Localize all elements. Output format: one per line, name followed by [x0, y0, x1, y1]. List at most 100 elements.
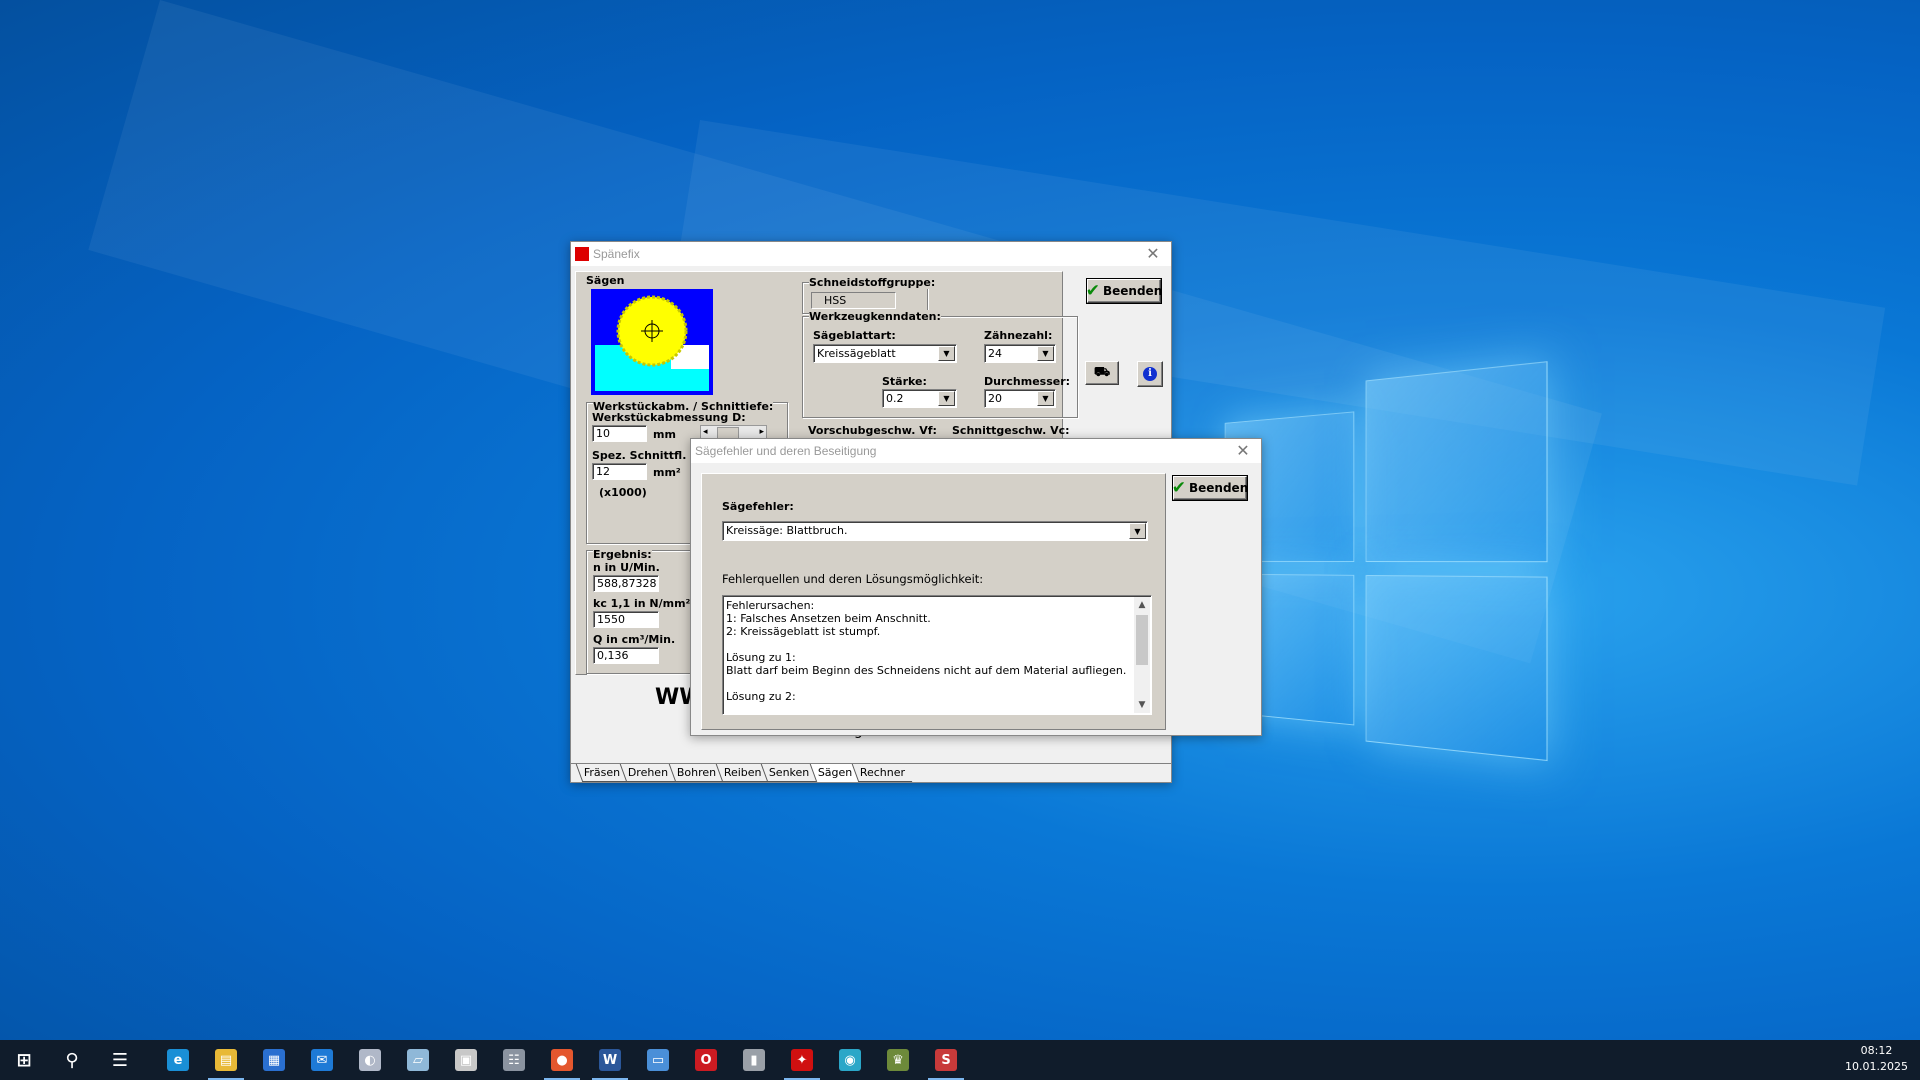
remote-icon: ▭: [647, 1049, 669, 1071]
dialog-title-bar[interactable]: Sägefehler und deren Beseitigung ✕: [691, 439, 1261, 463]
chevron-down-icon[interactable]: ▼: [1037, 391, 1054, 406]
kc-label: kc 1,1 in N/mm²: [593, 597, 690, 610]
info-button[interactable]: i: [1137, 361, 1163, 387]
taskbar-app-19[interactable]: S: [922, 1040, 970, 1080]
dialog-beenden-label: Beenden: [1189, 481, 1248, 495]
d-unit: mm: [653, 428, 676, 441]
scroll-up-icon[interactable]: ▲: [1134, 597, 1150, 613]
tab-4[interactable]: Senken: [761, 764, 817, 782]
taskbar-app-12[interactable]: W: [586, 1040, 634, 1080]
ergebnis-label: Ergebnis:: [593, 548, 652, 561]
saegeblattart-select[interactable]: Kreissägeblatt ▼: [813, 344, 957, 363]
taskbar-app-4[interactable]: ▤: [202, 1040, 250, 1080]
saegefehler-dialog: Sägefehler und deren Beseitigung ✕ Sägef…: [690, 438, 1262, 736]
taskbar-app-9[interactable]: ▣: [442, 1040, 490, 1080]
task-view-icon: ☰: [109, 1049, 131, 1071]
chevron-down-icon[interactable]: ▼: [938, 391, 955, 406]
spez-factor: (x1000): [599, 486, 647, 499]
taskbar-app-17[interactable]: ◉: [826, 1040, 874, 1080]
windows-logo: [1225, 361, 1546, 758]
fehlerquellen-label: Fehlerquellen und deren Lösungsmöglichke…: [722, 572, 983, 586]
tab-label: Rechner: [860, 766, 905, 779]
saegeblattart-label: Sägeblattart:: [813, 329, 896, 342]
scroll-thumb[interactable]: [1136, 615, 1148, 665]
scroll-right-icon[interactable]: ▸: [759, 426, 764, 437]
n-label: n in U/Min.: [593, 561, 660, 574]
taskbar-icons: ⊞ ⚲ ☰ e ▤ ▦ ✉ ◐ ▱ ▣ ☷ ● W ▭ O ▮ ✦ ◉ ♛ S: [0, 1040, 970, 1080]
word-icon: W: [599, 1049, 621, 1071]
app-icon: [575, 247, 589, 261]
dialog-beenden-button[interactable]: ✔ Beenden: [1173, 476, 1247, 500]
taskbar-app-11[interactable]: ●: [538, 1040, 586, 1080]
chevron-down-icon[interactable]: ▼: [1129, 523, 1146, 539]
q-label: Q in cm³/Min.: [593, 633, 675, 646]
car-button[interactable]: ⛟: [1085, 361, 1119, 385]
d-label: Werkstückabmessung D:: [592, 411, 746, 424]
firefox-icon: ●: [551, 1049, 573, 1071]
memo-scrollbar[interactable]: ▲ ▼: [1134, 597, 1150, 713]
taskbar-app-6[interactable]: ✉: [298, 1040, 346, 1080]
taskbar-app-0[interactable]: ⊞: [0, 1040, 48, 1080]
store-icon: ▦: [263, 1049, 285, 1071]
tab-6[interactable]: Rechner: [852, 764, 913, 782]
tab-1[interactable]: Drehen: [620, 764, 676, 782]
tab-bar: Fräsen Drehen Bohren Reiben Senken Sägen Rechn…: [571, 763, 1171, 782]
fehlerquellen-memo[interactable]: Fehlerursachen: 1: Falsches Ansetzen bei…: [722, 595, 1152, 715]
taskbar-app-3[interactable]: e: [154, 1040, 202, 1080]
spez-input[interactable]: 12: [592, 463, 647, 480]
edge-icon: e: [167, 1049, 189, 1071]
dialog-panel: Sägefehler: Kreissäge: Blattbruch. ▼ Feh…: [701, 473, 1166, 730]
saegefehler-select[interactable]: Kreissäge: Blattbruch. ▼: [722, 521, 1148, 541]
spanefix-taskbar-icon: S: [935, 1049, 957, 1071]
chevron-down-icon[interactable]: ▼: [938, 346, 955, 361]
kc-output: 1550: [593, 611, 659, 628]
checkmark-icon: ✔: [1172, 478, 1186, 498]
taskbar-app-7[interactable]: ◐: [346, 1040, 394, 1080]
q-output: 0,136: [593, 647, 659, 664]
tab-label: Drehen: [628, 766, 668, 779]
zaehnezahl-select[interactable]: 24 ▼: [984, 344, 1056, 363]
scroll-left-icon[interactable]: ◂: [703, 426, 708, 437]
schneidstoff-label: Schneidstoffgruppe:: [809, 276, 935, 289]
taskbar-app-15[interactable]: ▮: [730, 1040, 778, 1080]
close-icon[interactable]: ✕: [1225, 441, 1261, 461]
d-input[interactable]: 10: [592, 425, 647, 442]
durchmesser-select[interactable]: 20 ▼: [984, 389, 1056, 408]
werkzeug-label: Werkzeugkenndaten:: [809, 310, 941, 323]
durchmesser-value: 20: [988, 392, 1002, 405]
schnittgeschw-label: Schnittgeschw. Vc:: [952, 424, 1070, 437]
red-app-icon: ✦: [791, 1049, 813, 1071]
staerke-value: 0.2: [886, 392, 904, 405]
clock-time: 08:12: [1845, 1043, 1908, 1059]
taskbar-app-14[interactable]: O: [682, 1040, 730, 1080]
chevron-down-icon[interactable]: ▼: [1037, 346, 1054, 361]
taskbar-app-1[interactable]: ⚲: [48, 1040, 96, 1080]
beenden-button[interactable]: ✔ Beenden: [1087, 279, 1161, 303]
title-bar[interactable]: Spänefix ✕: [571, 242, 1171, 266]
taskbar-app-5[interactable]: ▦: [250, 1040, 298, 1080]
schneidstoff-value[interactable]: HSS: [811, 292, 896, 309]
n-output: 588,87328: [593, 575, 659, 592]
staerke-select[interactable]: 0.2 ▼: [882, 389, 957, 408]
car-icon: ⛟: [1094, 365, 1110, 382]
staerke-label: Stärke:: [882, 375, 927, 388]
close-icon[interactable]: ✕: [1135, 244, 1171, 264]
saegefehler-label: Sägefehler:: [722, 500, 794, 513]
saegefehler-value: Kreissäge: Blattbruch.: [726, 524, 847, 537]
paint-icon: ◐: [359, 1049, 381, 1071]
taskbar-app-18[interactable]: ♛: [874, 1040, 922, 1080]
tab-label: Fräsen: [584, 766, 620, 779]
beenden-label: Beenden: [1103, 284, 1162, 298]
taskbar-app-10[interactable]: ☷: [490, 1040, 538, 1080]
scroll-down-icon[interactable]: ▼: [1134, 697, 1150, 713]
taskbar-app-8[interactable]: ▱: [394, 1040, 442, 1080]
tab-2[interactable]: Bohren: [668, 764, 723, 782]
saegeblattart-value: Kreissägeblatt: [817, 347, 896, 360]
tab-label: Bohren: [676, 766, 715, 779]
taskbar-app-13[interactable]: ▭: [634, 1040, 682, 1080]
system-clock[interactable]: 08:12 10.01.2025: [1845, 1043, 1908, 1075]
durchmesser-label: Durchmesser:: [984, 375, 1070, 388]
taskbar-app-16[interactable]: ✦: [778, 1040, 826, 1080]
taskbar-app-2[interactable]: ☰: [96, 1040, 144, 1080]
start-icon: ⊞: [13, 1049, 35, 1071]
